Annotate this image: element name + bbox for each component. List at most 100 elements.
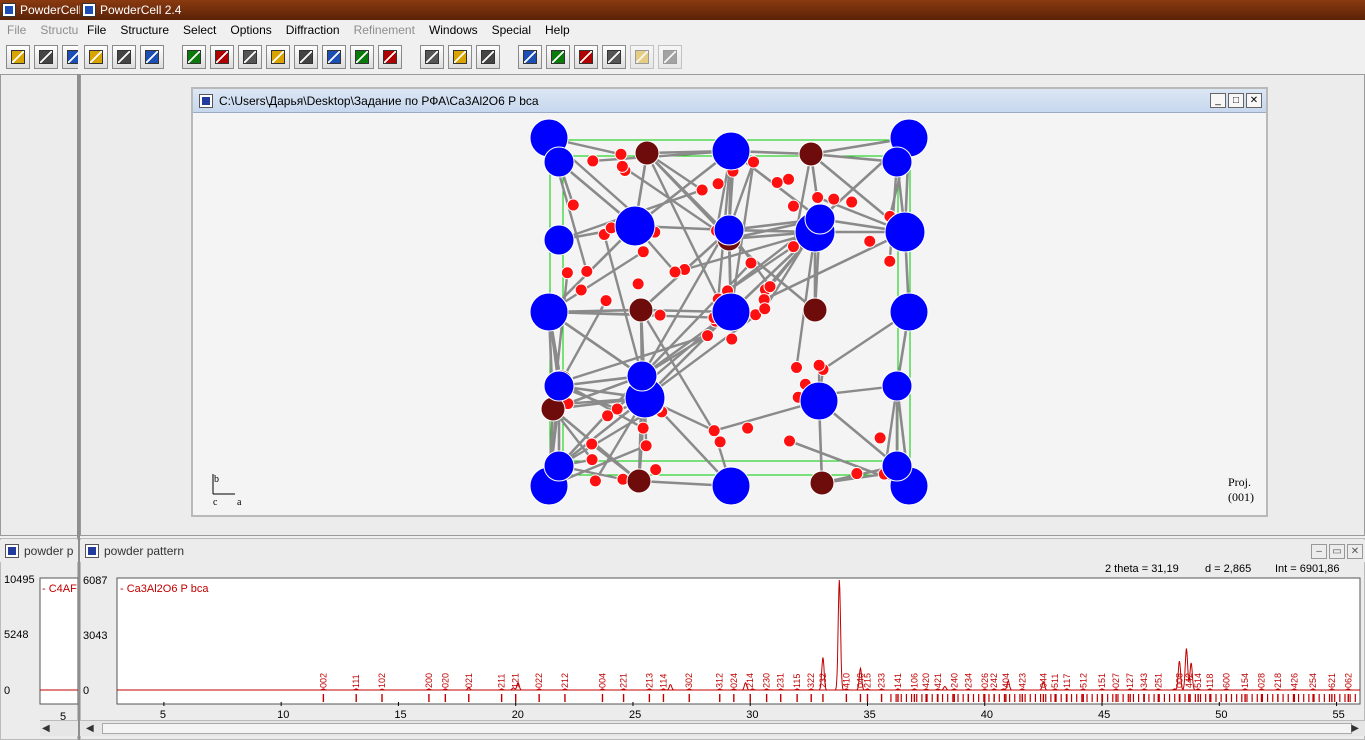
left-powder-titlebar[interactable]: powder p xyxy=(0,540,78,562)
calcium-atom xyxy=(711,292,751,332)
restore-button[interactable]: ▭ xyxy=(1329,544,1345,559)
oxygen-atom xyxy=(707,424,721,438)
copy-button[interactable] xyxy=(62,45,78,69)
oxygen-atom xyxy=(741,421,755,435)
diffraction-button[interactable] xyxy=(518,45,542,69)
cell-button[interactable] xyxy=(238,45,262,69)
left-powder-hscroll[interactable]: ◀ xyxy=(40,720,78,736)
x-tick-label: 45 xyxy=(1098,709,1110,720)
calcium-atom xyxy=(884,211,926,253)
print-button[interactable] xyxy=(420,45,444,69)
calcium-atom xyxy=(711,131,751,171)
oxygen-atom xyxy=(653,308,667,322)
calcium-atom xyxy=(881,450,913,482)
oxygen-atom xyxy=(639,439,653,453)
shift-button[interactable] xyxy=(322,45,346,69)
close-button[interactable]: ✕ xyxy=(1246,93,1262,108)
left-y-tick-label: 10495 xyxy=(4,574,35,586)
left-powder-plot[interactable]: 10495 5248 0 5 - C4AF xyxy=(0,570,78,720)
hkl-label: 102 xyxy=(377,673,387,688)
colors-button[interactable] xyxy=(574,45,598,69)
copy-icon xyxy=(67,50,78,64)
menu-file[interactable]: File xyxy=(0,20,33,40)
sphere-button[interactable] xyxy=(182,45,206,69)
scroll-left-icon[interactable]: ◀ xyxy=(86,723,94,734)
powder-pattern-plot[interactable]: 6087 3043 0 002 111 102 200 020 021 211 121 022 212 0… xyxy=(80,570,1365,720)
powder-titlebar[interactable]: powder pattern – ▭ ✕ xyxy=(80,540,1365,562)
x-tick-label: 40 xyxy=(981,709,993,720)
edit-structure-icon xyxy=(39,50,53,64)
scroll-right-icon[interactable]: ▶ xyxy=(1351,723,1359,734)
hkl-label: 200 xyxy=(424,673,434,688)
compare-icon xyxy=(607,50,621,64)
hkl-label: 322 xyxy=(806,673,816,688)
cascade-button[interactable] xyxy=(658,45,682,69)
powder-hscroll[interactable]: ◀ ▶ xyxy=(80,720,1365,736)
legend: - Ca3Al2O6 P bca xyxy=(120,583,209,595)
hkl-label: 218 xyxy=(1273,673,1283,688)
menu-options[interactable]: Options xyxy=(223,20,278,40)
render-button[interactable] xyxy=(378,45,402,69)
structure-window[interactable]: C:\Users\Дарья\Desktop\Задание по РФА\Ca… xyxy=(191,87,1268,517)
bonds-button[interactable] xyxy=(294,45,318,69)
shift-icon xyxy=(327,50,341,64)
calcium-atom xyxy=(804,203,836,235)
menu-windows[interactable]: Windows xyxy=(422,20,485,40)
left-plot-area xyxy=(39,577,78,705)
calcium-atom xyxy=(626,360,658,392)
edit-structure-button[interactable] xyxy=(112,45,136,69)
edit-button[interactable] xyxy=(266,45,290,69)
hkl-label: 514 xyxy=(1193,673,1203,688)
hkl-label: 343 xyxy=(1139,673,1149,688)
menu-file[interactable]: File xyxy=(80,20,113,40)
scroll-left-icon[interactable]: ◀ xyxy=(42,723,50,734)
menu-refinement[interactable]: Refinement xyxy=(347,20,422,40)
menu-select[interactable]: Select xyxy=(176,20,223,40)
oxygen-atom xyxy=(586,154,600,168)
oxygen-atom xyxy=(845,195,859,209)
oxygen-atom xyxy=(758,302,772,316)
oxygen-atom xyxy=(574,283,588,297)
clipboard-button[interactable] xyxy=(140,45,164,69)
tile-button[interactable] xyxy=(630,45,654,69)
hkl-label: 106 xyxy=(909,673,919,688)
oxygen-atom xyxy=(863,234,877,248)
edit-structure-button[interactable] xyxy=(34,45,58,69)
main-app-titlebar[interactable]: PowderCell 2.4 xyxy=(80,0,1365,20)
menu-help[interactable]: Help xyxy=(538,20,577,40)
minimize-button[interactable]: – xyxy=(1311,544,1327,559)
powder-button[interactable] xyxy=(546,45,570,69)
maximize-button[interactable]: □ xyxy=(1228,93,1244,108)
compare-button[interactable] xyxy=(602,45,626,69)
oxygen-atom xyxy=(786,199,800,213)
hkl-label: 231 xyxy=(776,673,786,688)
minimize-button[interactable]: _ xyxy=(1210,93,1226,108)
open-button[interactable] xyxy=(6,45,30,69)
hkl-label: 512 xyxy=(1078,673,1088,688)
hkl-label: 121 xyxy=(511,673,521,688)
structure-window-titlebar[interactable]: C:\Users\Дарья\Desktop\Задание по РФА\Ca… xyxy=(193,89,1266,113)
crystal-structure-view[interactable]: b c a xyxy=(193,114,1266,515)
menu-structure[interactable]: Structure xyxy=(113,20,176,40)
menu-diffraction[interactable]: Diffraction xyxy=(279,20,347,40)
x-tick-label: 15 xyxy=(394,709,406,720)
hkl-label: 117 xyxy=(1062,674,1072,688)
hkl-button[interactable] xyxy=(350,45,374,69)
y-tick-label: 0 xyxy=(83,685,89,697)
oxygen-atom xyxy=(631,277,645,291)
export-button[interactable] xyxy=(476,45,500,69)
structure-window-title: C:\Users\Дарья\Desktop\Задание по РФА\Ca… xyxy=(219,94,539,108)
left-y-tick-label: 0 xyxy=(4,685,10,697)
oxygen-atom xyxy=(873,431,887,445)
atoms-button[interactable] xyxy=(210,45,234,69)
hkl-label: 028 xyxy=(1256,673,1266,688)
close-button[interactable]: ✕ xyxy=(1347,544,1363,559)
print-preview-button[interactable] xyxy=(448,45,472,69)
left-app-titlebar[interactable]: PowderCell xyxy=(0,0,80,20)
scroll-thumb[interactable] xyxy=(102,723,1352,734)
open-button[interactable] xyxy=(84,45,108,69)
axis-c-label: c xyxy=(213,497,218,508)
menu-structu[interactable]: Structu xyxy=(33,20,78,40)
cell-icon xyxy=(243,50,257,64)
menu-special[interactable]: Special xyxy=(485,20,538,40)
